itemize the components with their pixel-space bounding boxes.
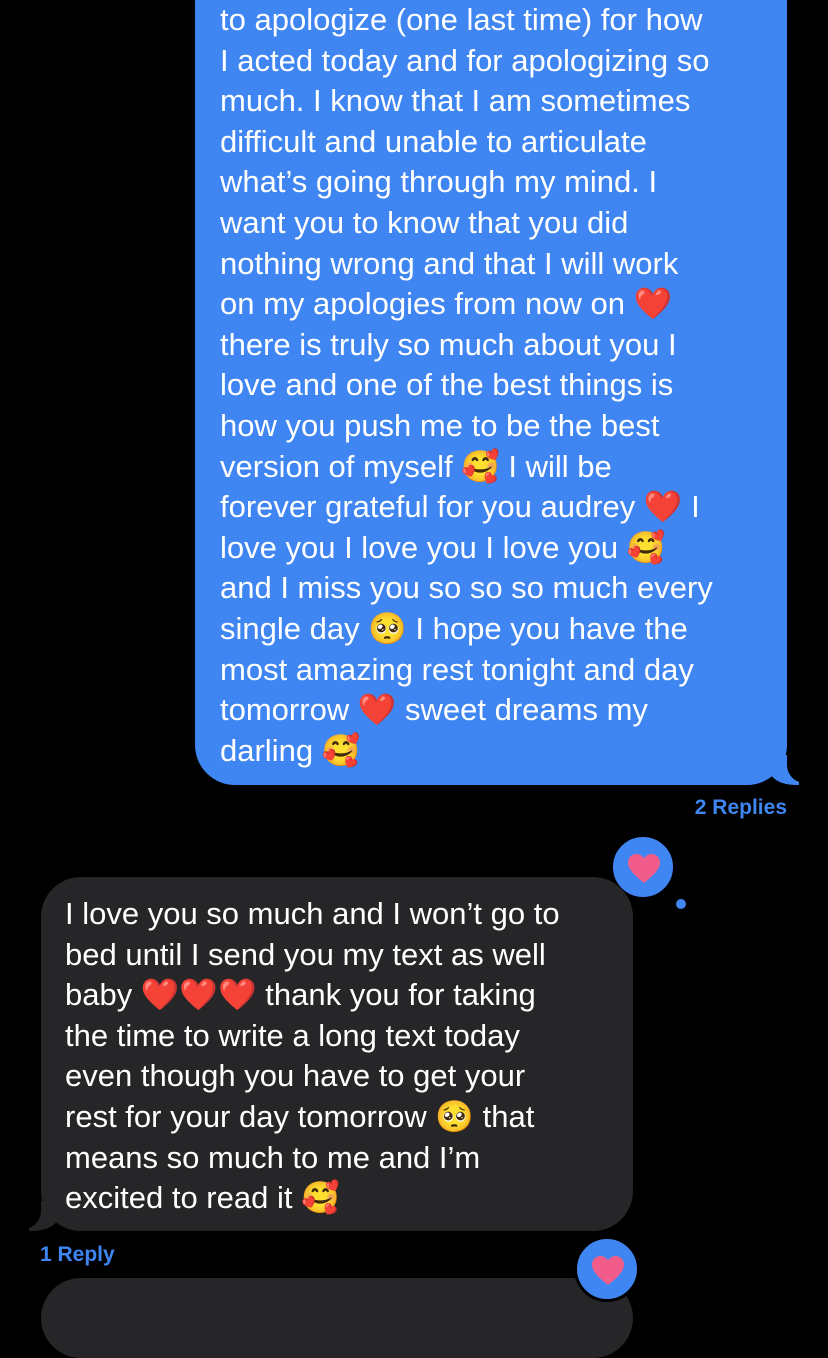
heart-icon [628,854,660,883]
tapback-tail-dot [676,899,686,909]
reply-link[interactable]: 1 Reply [40,1243,115,1267]
incoming-message-bubble-partial[interactable] [41,1278,633,1358]
heart-icon [592,1256,624,1285]
replies-link[interactable]: 2 Replies [695,796,787,820]
outgoing-message-bubble[interactable]: to apologize (one last time) for how I a… [195,0,809,785]
incoming-message-text: I love you so much and I won’t go to bed… [65,896,560,1216]
outgoing-message-text: to apologize (one last time) for how I a… [220,2,713,768]
heart-tapback-reaction[interactable] [574,1236,640,1302]
incoming-message-bubble[interactable]: I love you so much and I won’t go to bed… [19,877,633,1231]
